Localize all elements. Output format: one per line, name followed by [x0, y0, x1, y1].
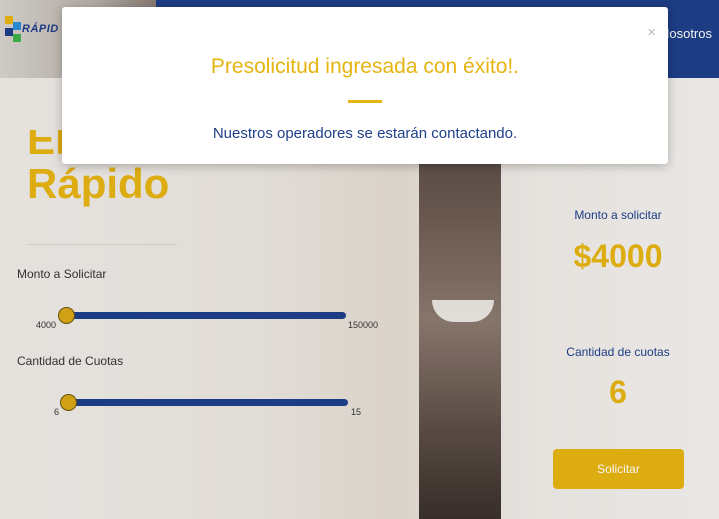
modal-divider: [348, 100, 382, 103]
modal-title: Presolicitud ingresada con éxito!.: [210, 55, 520, 78]
close-icon[interactable]: ×: [647, 24, 656, 41]
modal-message: Nuestros operadores se estarán contactan…: [212, 125, 518, 142]
success-modal: × Presolicitud ingresada con éxito!. Nue…: [62, 7, 668, 164]
